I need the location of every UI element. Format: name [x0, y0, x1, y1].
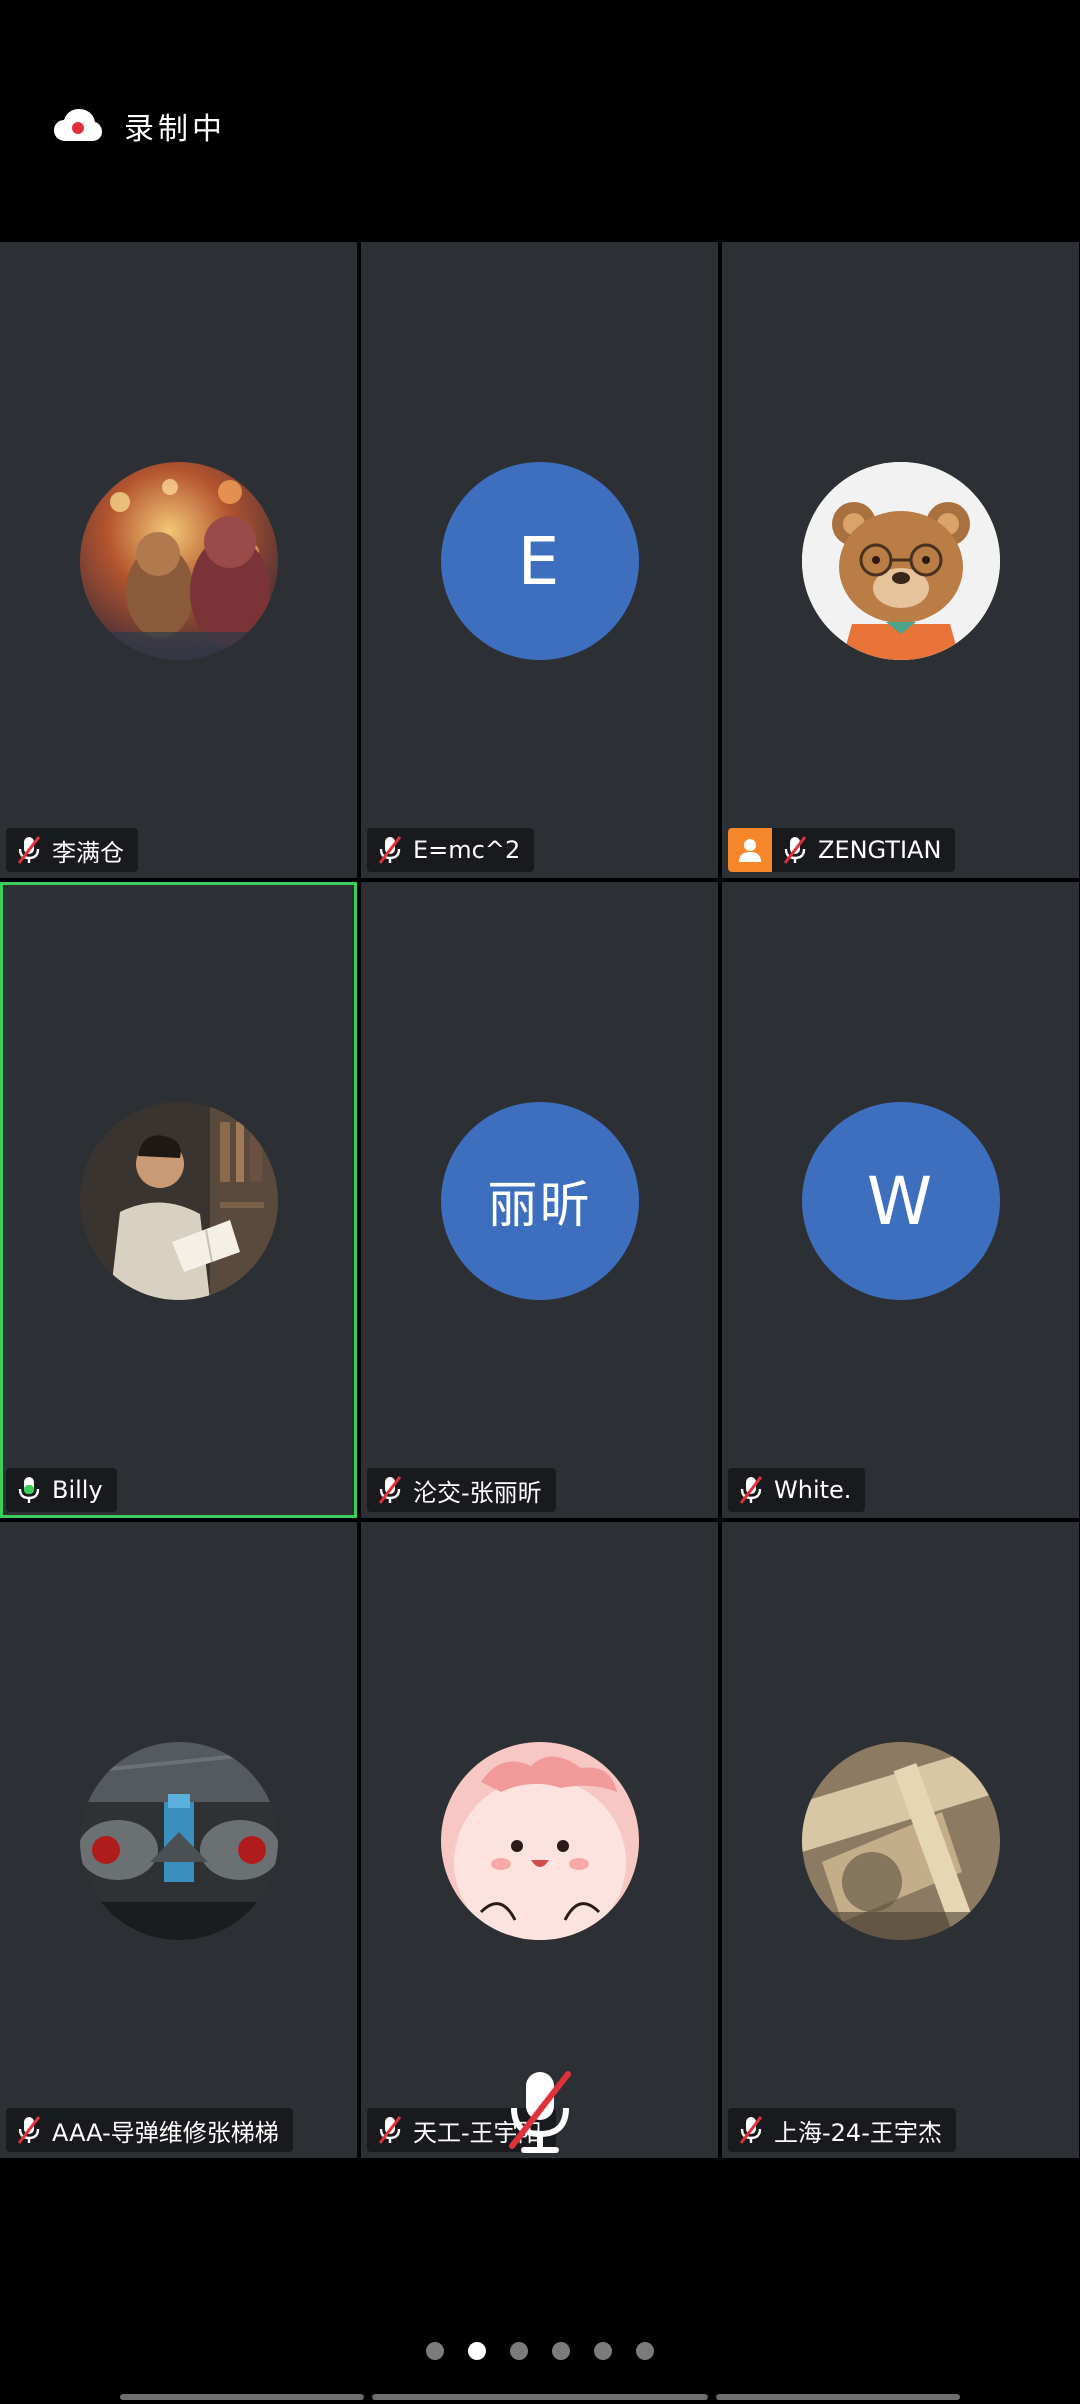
participant-tile[interactable]: E E=mc^2 — [361, 242, 718, 878]
participant-tile[interactable]: W White. — [722, 882, 1079, 1518]
mic-muted-icon — [378, 836, 402, 864]
avatar — [440, 1742, 639, 1940]
scroll-segment — [372, 2394, 708, 2400]
mic-muted-icon — [739, 2116, 763, 2144]
avatar — [79, 1102, 278, 1300]
reading-man-photo-icon — [79, 1102, 278, 1300]
participant-nameplate: 上海-24-王宇杰 — [728, 2108, 956, 2152]
scroll-segment — [716, 2394, 960, 2400]
mute-toggle-button[interactable] — [471, 2044, 609, 2182]
participant-name: 李满仓 — [52, 838, 124, 867]
participant-name: 上海-24-王宇杰 — [774, 2118, 942, 2147]
host-badge — [728, 828, 772, 872]
participant-tile[interactable]: ZENGTIAN — [722, 242, 1079, 878]
participant-tile[interactable]: 丽昕 沦交-张丽昕 — [361, 882, 718, 1518]
avatar — [79, 1742, 278, 1940]
page-dot-current[interactable] — [468, 2342, 486, 2360]
page-dot[interactable] — [552, 2342, 570, 2360]
recording-label: 录制中 — [124, 112, 226, 147]
scroll-segment — [120, 2394, 364, 2400]
participant-nameplate: AAA-导弹维修张梯梯 — [6, 2108, 293, 2152]
participant-nameplate: White. — [728, 1468, 866, 1512]
participant-nameplate: 李满仓 — [6, 828, 138, 872]
mic-muted-icon — [17, 2116, 41, 2144]
participant-tile[interactable]: AAA-导弹维修张梯梯 — [0, 1522, 357, 2158]
cloud-record-icon — [54, 109, 102, 141]
person-icon — [739, 839, 761, 862]
mic-muted-icon — [509, 2071, 571, 2153]
mic-muted-icon — [378, 1476, 402, 1504]
page-indicator — [0, 2342, 1080, 2360]
participant-name: ZENGTIAN — [818, 836, 942, 864]
participant-name: E=mc^2 — [413, 836, 521, 864]
participant-nameplate: Billy — [6, 1468, 117, 1512]
mic-active-icon — [18, 1477, 40, 1503]
participant-name: Billy — [52, 1476, 103, 1504]
participant-nameplate: 沦交-张丽昕 — [367, 1468, 556, 1512]
jet-engines-photo-icon — [79, 1742, 278, 1940]
participant-name: AAA-导弹维修张梯梯 — [52, 2118, 279, 2147]
participant-name: 沦交-张丽昕 — [413, 1478, 542, 1507]
pink-mascot-icon — [440, 1742, 639, 1940]
avatar: E — [440, 462, 639, 660]
page-dot[interactable] — [510, 2342, 528, 2360]
participant-nameplate: ZENGTIAN — [728, 828, 956, 872]
meeting-screen: 录制中 李满仓 E E=mc^2 ZENGTIAN Billy 丽昕 沦交-张丽… — [0, 0, 1080, 2404]
mic-muted-icon — [783, 836, 807, 864]
participant-tile[interactable]: 上海-24-王宇杰 — [722, 1522, 1079, 2158]
avatar — [801, 1742, 1000, 1940]
participant-tile-speaking[interactable]: Billy — [0, 882, 357, 1518]
blurry-photo-icon — [801, 1742, 1000, 1940]
page-dot[interactable] — [426, 2342, 444, 2360]
mic-muted-icon — [378, 2116, 402, 2144]
lantern-photo-icon — [79, 462, 278, 660]
mic-muted-icon — [17, 836, 41, 864]
page-dot[interactable] — [594, 2342, 612, 2360]
avatar: W — [801, 1102, 1000, 1300]
participant-tile[interactable]: 李满仓 — [0, 242, 357, 878]
mic-muted-icon — [739, 1476, 763, 1504]
recording-indicator[interactable]: 录制中 — [54, 104, 226, 148]
avatar — [79, 462, 278, 660]
bear-avatar-icon — [801, 462, 1000, 660]
avatar — [801, 462, 1000, 660]
participant-name: White. — [774, 1476, 852, 1504]
page-dot[interactable] — [636, 2342, 654, 2360]
avatar: 丽昕 — [440, 1102, 639, 1300]
participant-grid: 李满仓 E E=mc^2 ZENGTIAN Billy 丽昕 沦交-张丽昕 W … — [0, 242, 1080, 2162]
participant-nameplate: E=mc^2 — [367, 828, 535, 872]
